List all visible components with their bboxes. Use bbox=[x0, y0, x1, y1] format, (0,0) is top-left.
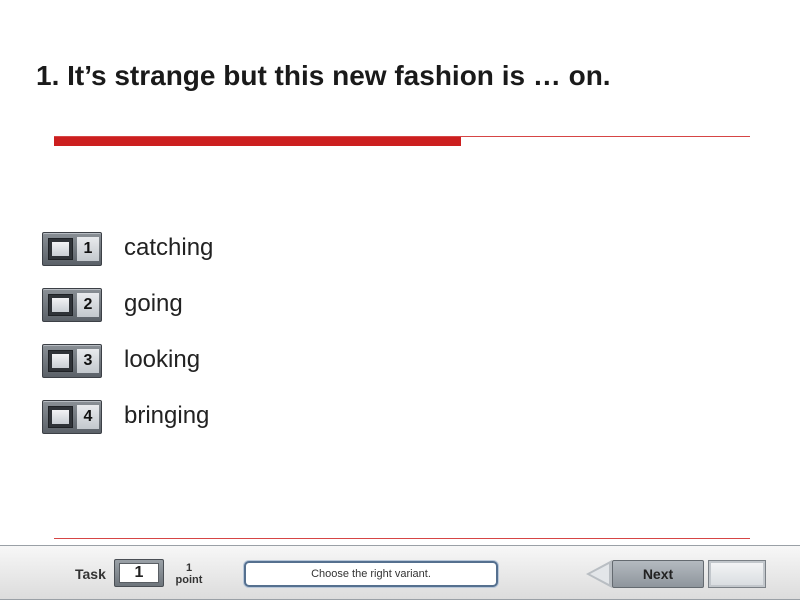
back-arrow-icon[interactable] bbox=[586, 560, 612, 588]
option-button[interactable]: 1 bbox=[42, 232, 102, 266]
option-label[interactable]: bringing bbox=[124, 402, 209, 430]
footer-rule bbox=[54, 538, 750, 539]
option-label[interactable]: catching bbox=[124, 234, 213, 262]
option-label[interactable]: looking bbox=[124, 346, 200, 374]
option-label[interactable]: going bbox=[124, 290, 183, 318]
footer-toolbar: Task 1 1 point Choose the right variant.… bbox=[0, 545, 800, 600]
checkbox-icon[interactable] bbox=[48, 238, 73, 260]
option-button[interactable]: 4 bbox=[42, 400, 102, 434]
option-button[interactable]: 2 bbox=[42, 288, 102, 322]
question-title: 1. It’s strange but this new fashion is … bbox=[36, 60, 611, 91]
task-number: 1 bbox=[119, 563, 159, 583]
answer-option-2[interactable]: 2 going bbox=[42, 288, 542, 324]
points-label: point bbox=[175, 574, 203, 586]
checkbox-icon[interactable] bbox=[48, 294, 73, 316]
answer-option-3[interactable]: 3 looking bbox=[42, 344, 542, 380]
task-label: Task bbox=[75, 566, 106, 582]
option-number: 1 bbox=[77, 237, 99, 261]
answer-option-4[interactable]: 4 bringing bbox=[42, 400, 542, 436]
option-number: 2 bbox=[77, 293, 99, 317]
answer-option-1[interactable]: 1 catching bbox=[42, 232, 542, 268]
option-number: 4 bbox=[77, 405, 99, 429]
points-indicator: 1 point bbox=[172, 562, 206, 586]
task-number-box: 1 bbox=[114, 559, 164, 587]
blank-button[interactable] bbox=[708, 560, 766, 588]
checkbox-icon[interactable] bbox=[48, 350, 73, 372]
next-button[interactable]: Next bbox=[612, 560, 704, 588]
hint-box: Choose the right variant. bbox=[244, 561, 498, 587]
points-value: 1 bbox=[185, 562, 193, 574]
option-number: 3 bbox=[77, 349, 99, 373]
option-button[interactable]: 3 bbox=[42, 344, 102, 378]
checkbox-icon[interactable] bbox=[48, 406, 73, 428]
progress-bar bbox=[54, 137, 461, 146]
